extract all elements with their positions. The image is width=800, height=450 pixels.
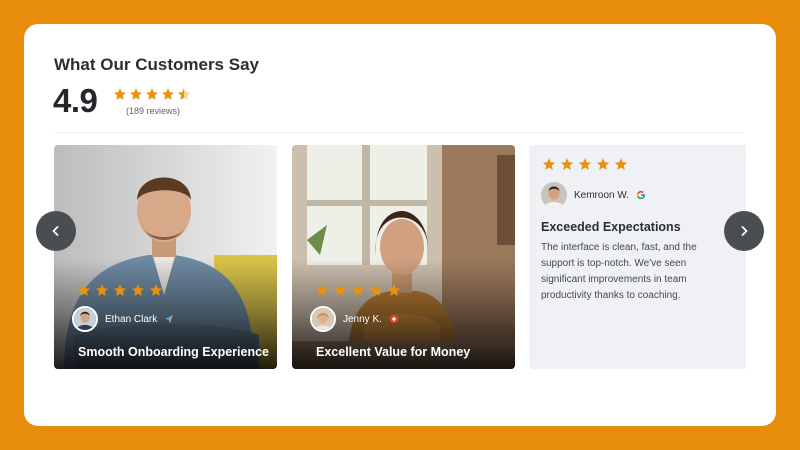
- star-icon: [387, 283, 401, 297]
- chevron-right-icon: [741, 226, 748, 236]
- review-card[interactable]: Jenny K. Excellent Value for Money: [292, 145, 515, 369]
- review-title: Smooth Onboarding Experience: [78, 345, 269, 359]
- review-stars: [77, 283, 163, 297]
- author-name: Ethan Clark: [105, 313, 158, 325]
- star-icon: [596, 157, 610, 171]
- send-icon: [164, 314, 174, 324]
- divider: [54, 132, 744, 133]
- review-title: Exceeded Expectations: [541, 220, 681, 234]
- review-author: Jenny K.: [310, 306, 399, 332]
- star-icon: [542, 157, 556, 171]
- google-icon: [636, 190, 646, 200]
- author-name: Jenny K.: [343, 313, 382, 325]
- star-icon: [113, 283, 127, 297]
- star-icon: [113, 87, 127, 101]
- star-icon: [149, 283, 163, 297]
- review-card[interactable]: Ethan Clark Smooth Onboarding Experience: [54, 145, 277, 369]
- star-icon: [131, 283, 145, 297]
- chevron-left-icon: [52, 226, 59, 236]
- star-icon: [351, 283, 365, 297]
- star-icon: [95, 283, 109, 297]
- star-icon: [578, 157, 592, 171]
- half-star-icon: [177, 87, 191, 101]
- section-title: What Our Customers Say: [54, 55, 259, 74]
- testimonials-card: What Our Customers Say 4.9 (189 reviews): [24, 24, 776, 426]
- review-text: The interface is clean, fast, and the su…: [541, 242, 697, 301]
- star-icon: [333, 283, 347, 297]
- avatar: [72, 306, 98, 332]
- author-name: Kemroon W.: [574, 189, 630, 201]
- star-icon: [161, 87, 175, 101]
- review-author: Kemroon W.: [541, 182, 646, 208]
- star-icon: [129, 87, 143, 101]
- prev-button[interactable]: [36, 211, 76, 251]
- red-logo-icon: [389, 314, 399, 324]
- next-button[interactable]: [724, 211, 764, 251]
- review-title: Excellent Value for Money: [316, 345, 471, 359]
- rating-stars: [113, 87, 191, 101]
- review-card[interactable]: Kemroon W. Exceeded Expectations The int…: [529, 145, 746, 369]
- star-icon: [145, 87, 159, 101]
- avatar: [310, 306, 336, 332]
- review-author: Ethan Clark: [72, 306, 174, 332]
- star-icon: [77, 283, 91, 297]
- review-stars: [542, 157, 628, 171]
- star-icon: [369, 283, 383, 297]
- star-icon: [315, 283, 329, 297]
- star-icon: [614, 157, 628, 171]
- star-icon: [560, 157, 574, 171]
- review-stars: [315, 283, 401, 297]
- avatar: [541, 182, 567, 208]
- reviews-count: (189 reviews): [126, 106, 181, 116]
- average-rating: 4.9: [53, 82, 98, 119]
